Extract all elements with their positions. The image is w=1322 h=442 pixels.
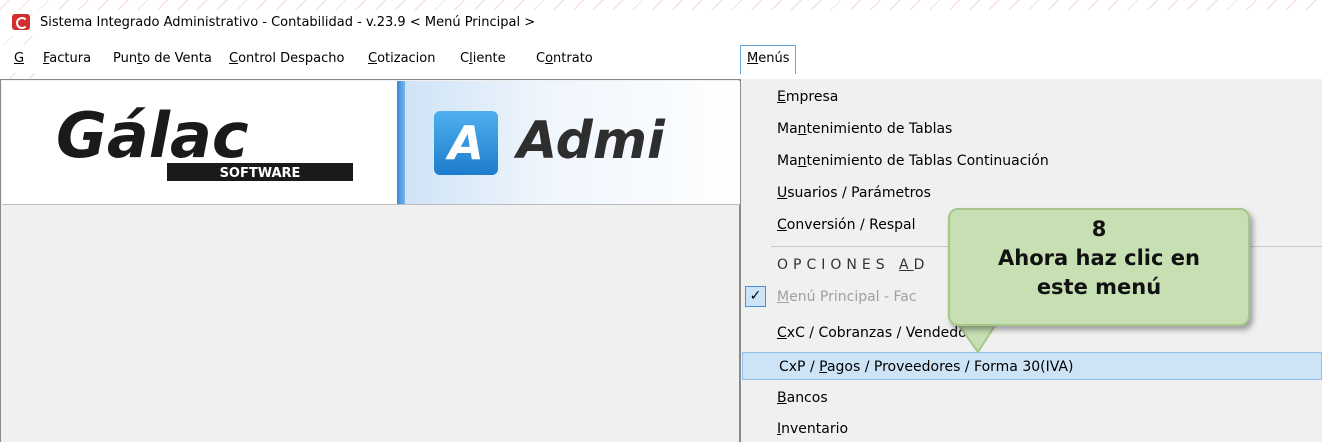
decorative-pattern-top [0, 0, 1322, 10]
checkmark-icon: ✓ [745, 286, 766, 307]
menu-punto-de-venta[interactable]: Punto de Venta [113, 45, 212, 73]
main-work-area: Gálac SOFTWARE A Admi [0, 79, 740, 442]
menu-factura[interactable]: Factura [43, 45, 91, 73]
svg-text:SOFTWARE: SOFTWARE [220, 166, 301, 181]
callout-line-3: este menú [1036, 275, 1162, 299]
menu-contrato[interactable]: Contrato [536, 45, 593, 73]
menu-control-despacho[interactable]: Control Despacho [229, 45, 344, 73]
callout-pointer [958, 324, 998, 354]
admin-app-icon: A [434, 111, 498, 175]
window-title: Sistema Integrado Administrativo - Conta… [40, 15, 536, 30]
title-bar: Sistema Integrado Administrativo - Conta… [0, 10, 1322, 36]
menu-g[interactable]: G [14, 45, 24, 73]
menu-item-bancos[interactable]: Bancos [741, 384, 1322, 412]
instruction-callout: 8 Ahora haz clic en este menú [948, 208, 1250, 326]
callout-line-2: Ahora haz clic en [998, 246, 1200, 270]
menu-item-inventario[interactable]: Inventario [741, 415, 1322, 442]
menu-menus[interactable]: Menús [740, 45, 797, 74]
menu-item-empresa[interactable]: Empresa [741, 83, 1322, 111]
galac-logo: Gálac SOFTWARE [56, 105, 353, 181]
menu-item-usuarios-parametros[interactable]: Usuarios / Parámetros [741, 179, 1322, 207]
menu-cotizacion[interactable]: Cotizacion [368, 45, 435, 73]
banner-divider [397, 81, 405, 204]
menu-item-mantenimiento-tablas-continuacion[interactable]: Mantenimiento de Tablas Continuación [741, 147, 1322, 175]
menu-item-mantenimiento-tablas[interactable]: Mantenimiento de Tablas [741, 115, 1322, 143]
menu-cliente[interactable]: Cliente [460, 45, 506, 73]
menu-item-cxp[interactable]: CxP / Pagos / Proveedores / Forma 30(IVA… [742, 352, 1322, 380]
product-name: Admi [517, 111, 665, 171]
product-banner: Gálac SOFTWARE A Admi [2, 81, 740, 205]
callout-step-number: 8 [1091, 217, 1107, 241]
svg-text:Gálac: Gálac [56, 105, 249, 172]
app-logo-icon [12, 14, 30, 30]
menu-bar: G Factura Punto de Venta Control Despach… [0, 45, 1322, 74]
